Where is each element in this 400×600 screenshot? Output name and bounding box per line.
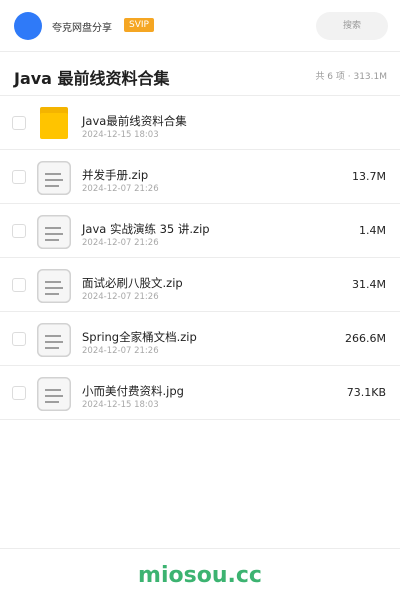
top-header: 夸克网盘分享 SVIP 搜索 — [0, 0, 400, 52]
file-date: 2024-12-07 21:26 — [82, 292, 159, 302]
avatar[interactable] — [14, 12, 42, 40]
file-name: Spring全家桶文档.zip — [82, 330, 197, 344]
search-input[interactable]: 搜索 — [316, 12, 388, 40]
file-name: Java最前线资料合集 — [82, 114, 187, 128]
file-size: 73.1KB — [346, 386, 386, 399]
list-item[interactable]: Spring全家桶文档.zip 2024-12-07 21:26 266.6M — [0, 312, 400, 366]
footer: miosou.cc — [0, 548, 400, 600]
select-checkbox[interactable] — [12, 224, 26, 238]
file-icon — [37, 269, 71, 303]
select-checkbox[interactable] — [12, 278, 26, 292]
app-name: 夸克网盘分享 — [52, 23, 112, 34]
list-item[interactable]: 面试必刷八股文.zip 2024-12-07 21:26 31.4M — [0, 258, 400, 312]
select-checkbox[interactable] — [12, 332, 26, 346]
list-item[interactable]: 小而美付费资料.jpg 2024-12-15 18:03 73.1KB — [0, 366, 400, 420]
list-item[interactable]: Java最前线资料合集 2024-12-15 18:03 — [0, 96, 400, 150]
file-date: 2024-12-07 21:26 — [82, 184, 159, 194]
select-checkbox[interactable] — [12, 386, 26, 400]
file-icon — [37, 161, 71, 195]
file-date: 2024-12-07 21:26 — [82, 238, 159, 248]
select-checkbox[interactable] — [12, 116, 26, 130]
folder-icon — [40, 107, 68, 139]
file-name: 小而美付费资料.jpg — [82, 384, 184, 398]
page-title: Java 最前线资料合集 — [14, 69, 170, 88]
brand-watermark: miosou.cc — [138, 563, 262, 588]
file-date: 2024-12-07 21:26 — [82, 346, 159, 356]
folder-title-bar: Java 最前线资料合集 共 6 项 · 313.1M — [0, 52, 400, 96]
file-list: Java最前线资料合集 2024-12-15 18:03 并发手册.zip 20… — [0, 96, 400, 420]
file-icon — [37, 377, 71, 411]
file-name: Java 实战演练 35 讲.zip — [82, 222, 210, 236]
file-icon — [37, 215, 71, 249]
file-size: 266.6M — [345, 332, 386, 345]
file-size: 31.4M — [352, 278, 386, 291]
file-date: 2024-12-15 18:03 — [82, 400, 159, 410]
file-size: 1.4M — [359, 224, 386, 237]
file-size: 13.7M — [352, 170, 386, 183]
select-checkbox[interactable] — [12, 170, 26, 184]
file-name: 并发手册.zip — [82, 168, 149, 182]
folder-summary: 共 6 项 · 313.1M — [315, 72, 387, 82]
svip-badge: SVIP — [124, 18, 154, 32]
list-item[interactable]: 并发手册.zip 2024-12-07 21:26 13.7M — [0, 150, 400, 204]
list-item[interactable]: Java 实战演练 35 讲.zip 2024-12-07 21:26 1.4M — [0, 204, 400, 258]
file-date: 2024-12-15 18:03 — [82, 130, 159, 140]
file-name: 面试必刷八股文.zip — [82, 276, 183, 290]
file-icon — [37, 323, 71, 357]
